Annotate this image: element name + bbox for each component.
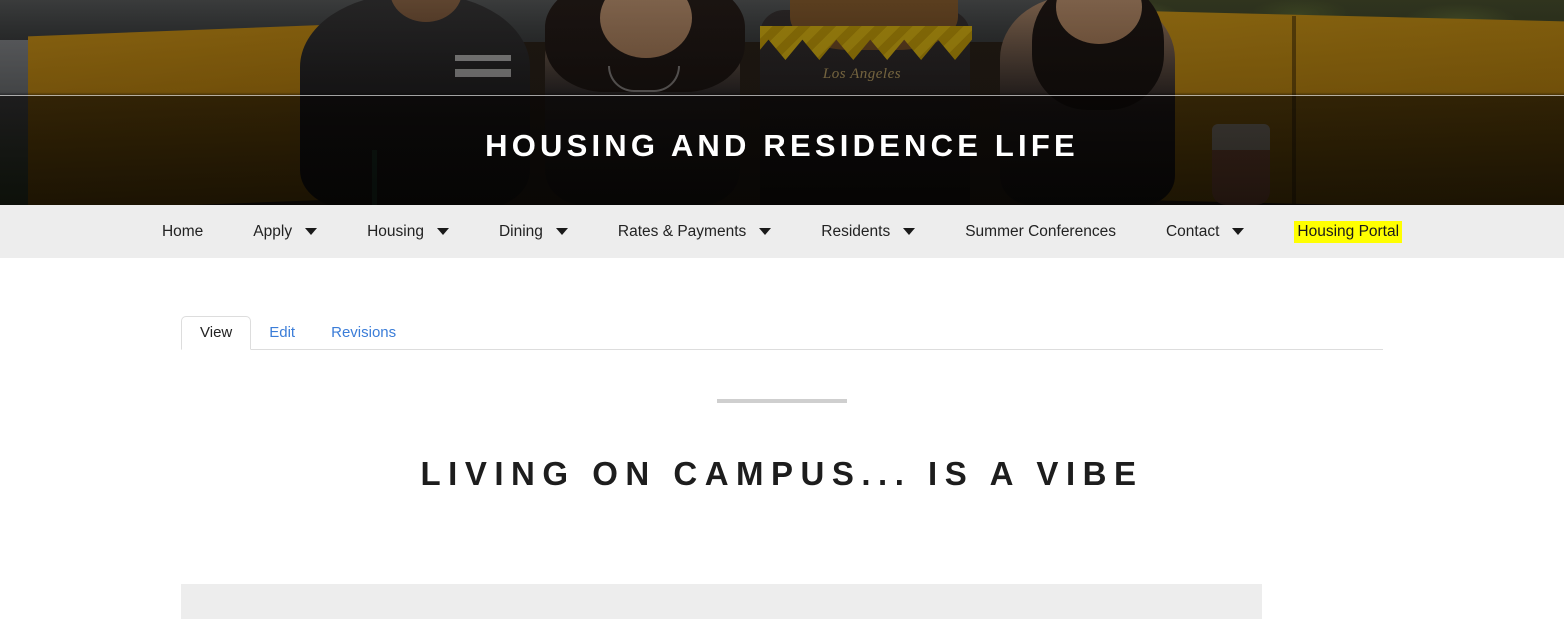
hero-overlay (0, 0, 1564, 205)
nav-item-housing-portal[interactable]: Housing Portal (1269, 205, 1427, 258)
site-title: HOUSING AND RESIDENCE LIFE (0, 128, 1564, 164)
nav-item-label: Home (162, 223, 203, 241)
nav-item-label: Residents (821, 223, 890, 241)
nav-item-apply[interactable]: Apply (228, 205, 342, 258)
nav-item-label: Dining (499, 223, 543, 241)
nav-item-summer-conferences[interactable]: Summer Conferences (940, 205, 1141, 258)
chevron-down-icon[interactable] (305, 228, 317, 235)
content-placeholder-panel (181, 584, 1262, 619)
nav-item-rates-payments[interactable]: Rates & Payments (593, 205, 796, 258)
nav-item-label: Apply (253, 223, 292, 241)
nav-item-label: Contact (1166, 223, 1219, 241)
nav-item-contact[interactable]: Contact (1141, 205, 1269, 258)
nav-list: Home Apply Housing Dining Rates & Payments Re… (137, 205, 1427, 258)
tab-view[interactable]: View (181, 316, 251, 350)
node-tabs: ViewEditRevisions (181, 317, 1383, 350)
tab-edit[interactable]: Edit (251, 317, 313, 349)
chevron-down-icon[interactable] (903, 228, 915, 235)
nav-item-residents[interactable]: Residents (796, 205, 940, 258)
node-tabs-container: ViewEditRevisions (181, 317, 1383, 350)
chevron-down-icon[interactable] (1232, 228, 1244, 235)
page-title: LIVING ON CAMPUS... IS A VIBE (0, 455, 1564, 493)
chevron-down-icon[interactable] (759, 228, 771, 235)
hero-banner: Los Angeles HOUSING AND RESIDENCE LIFE (0, 0, 1564, 205)
chevron-down-icon[interactable] (556, 228, 568, 235)
primary-navigation: Home Apply Housing Dining Rates & Payments Re… (0, 205, 1564, 258)
nav-item-dining[interactable]: Dining (474, 205, 593, 258)
tab-revisions[interactable]: Revisions (313, 317, 414, 349)
nav-item-label: Housing (367, 223, 424, 241)
nav-item-label: Rates & Payments (618, 223, 746, 241)
nav-item-label: Summer Conferences (965, 223, 1116, 241)
nav-item-label: Housing Portal (1294, 221, 1402, 243)
nav-item-housing[interactable]: Housing (342, 205, 474, 258)
nav-item-home[interactable]: Home (137, 205, 228, 258)
hero-divider-line (0, 95, 1564, 96)
page-root: Los Angeles HOUSING AND RESIDENCE LIFE H… (0, 0, 1564, 619)
chevron-down-icon[interactable] (437, 228, 449, 235)
heading-divider (717, 399, 847, 403)
